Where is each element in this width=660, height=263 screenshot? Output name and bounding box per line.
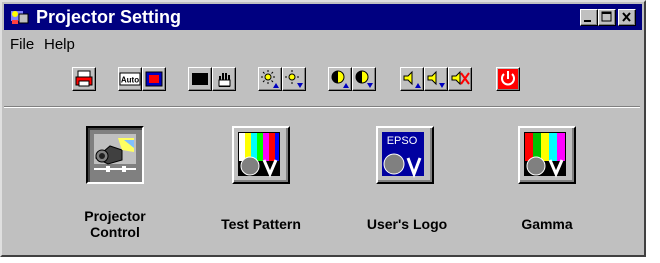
hand-icon	[218, 73, 231, 87]
menu-toggle-button[interactable]	[72, 67, 96, 91]
blank-screen-icon	[192, 73, 208, 85]
brightness-up-button[interactable]	[258, 67, 282, 91]
menu-file[interactable]: File	[10, 36, 34, 53]
freeze-button[interactable]	[212, 67, 236, 91]
maximize-button[interactable]	[598, 9, 616, 26]
title-bar: Projector Setting	[4, 4, 642, 30]
window-title: Projector Setting	[36, 7, 182, 27]
printer-icon	[75, 70, 93, 87]
brightness-down-icon	[285, 70, 303, 88]
av-mute-button[interactable]	[188, 67, 212, 91]
volume-down-button[interactable]	[424, 67, 448, 91]
auto-setup-button[interactable]: Auto	[118, 67, 142, 91]
power-icon	[498, 69, 518, 89]
auto-label: Auto	[121, 76, 139, 85]
logo-preview-text: EPSO	[387, 135, 418, 147]
app-icon	[10, 8, 30, 26]
resize-button[interactable]	[142, 67, 166, 91]
contrast-up-button[interactable]	[328, 67, 352, 91]
speaker-up-icon	[403, 70, 421, 88]
volume-up-button[interactable]	[400, 67, 424, 91]
mute-button[interactable]	[448, 67, 472, 91]
users-logo-button[interactable]: EPSO	[376, 126, 434, 184]
resize-icon	[145, 71, 163, 87]
test-pattern-button[interactable]	[232, 126, 290, 184]
brightness-up-icon	[261, 70, 279, 88]
toolbar: Auto	[4, 58, 640, 108]
close-button[interactable]	[618, 9, 636, 26]
brightness-down-button[interactable]	[282, 67, 306, 91]
projector-setting-window: Projector Setting File Help Auto EPSO Pr…	[0, 0, 646, 257]
projector-control-button[interactable]	[86, 126, 144, 184]
menu-help[interactable]: Help	[44, 36, 75, 53]
speaker-down-icon	[427, 70, 445, 88]
contrast-down-icon	[355, 70, 373, 88]
gamma-button[interactable]	[518, 126, 576, 184]
contrast-up-icon	[331, 70, 349, 88]
users-logo-label: User's Logo	[366, 216, 448, 232]
menu-bar: File Help	[4, 32, 640, 56]
test-pattern-label: Test Pattern	[221, 216, 301, 232]
toolbar-separator	[4, 106, 640, 108]
contrast-down-button[interactable]	[352, 67, 376, 91]
gamma-icon	[524, 132, 566, 178]
power-button[interactable]	[496, 67, 520, 91]
minimize-button[interactable]	[580, 9, 598, 26]
gamma-label: Gamma	[521, 216, 573, 232]
logo-icon: EPSO	[382, 132, 424, 179]
test-pattern-icon	[238, 132, 280, 178]
projector-control-label: Projector Control	[84, 208, 146, 240]
projector-icon	[94, 134, 136, 172]
speaker-mute-icon	[451, 70, 470, 86]
